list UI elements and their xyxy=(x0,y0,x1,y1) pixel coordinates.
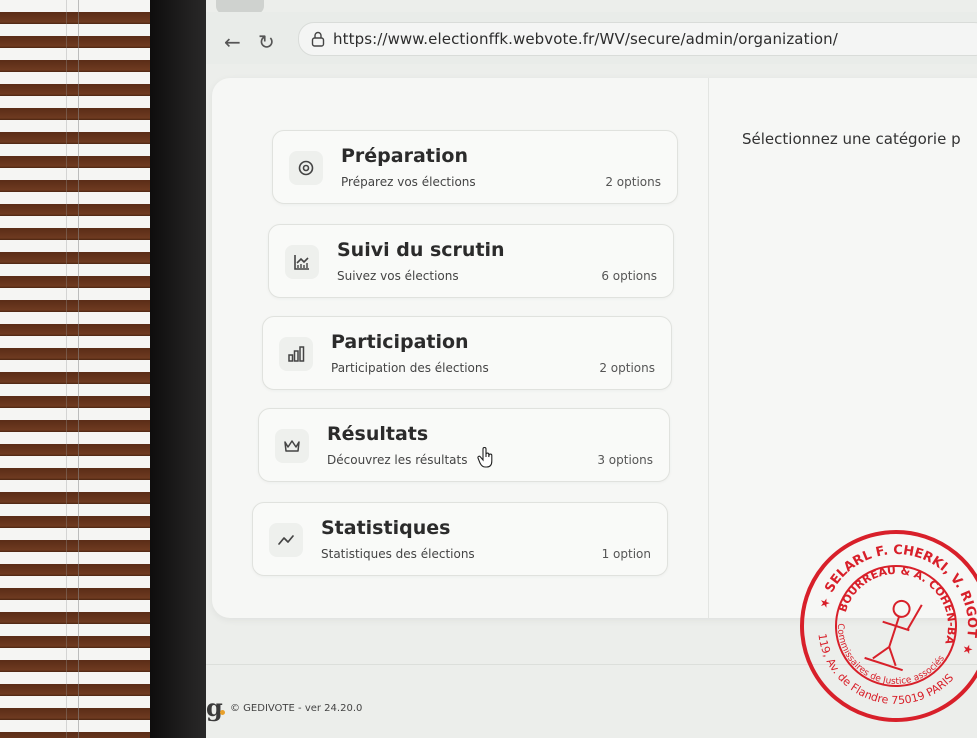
card-subtitle: Préparez vos élections xyxy=(341,175,476,189)
star-icon: ★ xyxy=(960,641,975,658)
card-title: Préparation xyxy=(341,145,468,167)
category-card-resultats[interactable]: Résultats Découvrez les résultats 3 opti… xyxy=(258,408,670,482)
blind-cord xyxy=(78,0,79,738)
url-text: https://www.electionffk.webvote.fr/WV/se… xyxy=(333,30,838,48)
card-title: Suivi du scrutin xyxy=(337,239,505,261)
window-blinds xyxy=(0,0,150,738)
card-subtitle: Participation des élections xyxy=(331,361,489,375)
footer: g © GEDIVOTE - ver 24.20.0 xyxy=(206,696,506,736)
trend-line-icon xyxy=(269,523,303,557)
card-subtitle: Découvrez les résultats xyxy=(327,453,468,467)
bar-chart-icon xyxy=(279,337,313,371)
card-title: Résultats xyxy=(327,423,429,445)
card-option-count: 6 options xyxy=(601,269,657,283)
card-option-count: 1 option xyxy=(601,547,651,561)
category-card-suivi-du-scrutin[interactable]: Suivi du scrutin Suivez vos élections 6 … xyxy=(268,224,674,298)
card-subtitle: Suivez vos élections xyxy=(337,269,459,283)
card-option-count: 2 options xyxy=(599,361,655,375)
reload-icon[interactable]: ↻ xyxy=(258,32,275,52)
card-title: Participation xyxy=(331,331,469,353)
card-option-count: 2 options xyxy=(605,175,661,189)
crown-icon xyxy=(275,429,309,463)
card-title: Statistiques xyxy=(321,517,451,539)
browser-screen: ← ↻ https://www.electionffk.webvote.fr/W… xyxy=(206,0,977,738)
card-subtitle: Statistiques des élections xyxy=(321,547,475,561)
category-card-statistiques[interactable]: Statistiques Statistiques des élections … xyxy=(252,502,668,576)
settings-icon xyxy=(289,151,323,185)
panel-divider xyxy=(708,78,709,618)
liberty-figure-icon xyxy=(864,599,923,672)
star-icon: ★ xyxy=(818,595,833,612)
category-card-participation[interactable]: Participation Participation des élection… xyxy=(262,316,672,390)
hand-cursor-icon xyxy=(477,447,493,468)
gedivote-logo: g xyxy=(206,693,223,722)
card-option-count: 3 options xyxy=(597,453,653,467)
blind-cord xyxy=(66,0,67,738)
back-arrow-icon[interactable]: ← xyxy=(224,32,241,52)
browser-toolbar: ← ↻ https://www.electionffk.webvote.fr/W… xyxy=(206,12,977,64)
monitor-bezel xyxy=(150,0,210,738)
address-bar[interactable]: https://www.electionffk.webvote.fr/WV/se… xyxy=(298,22,977,56)
logo-dot xyxy=(220,710,225,715)
footer-version: © GEDIVOTE - ver 24.20.0 xyxy=(230,703,363,714)
select-category-prompt: Sélectionnez une catégorie p xyxy=(742,130,961,148)
monitoring-chart-icon xyxy=(285,245,319,279)
lock-icon xyxy=(311,31,325,47)
category-card-preparation[interactable]: Préparation Préparez vos élections 2 opt… xyxy=(272,130,678,204)
